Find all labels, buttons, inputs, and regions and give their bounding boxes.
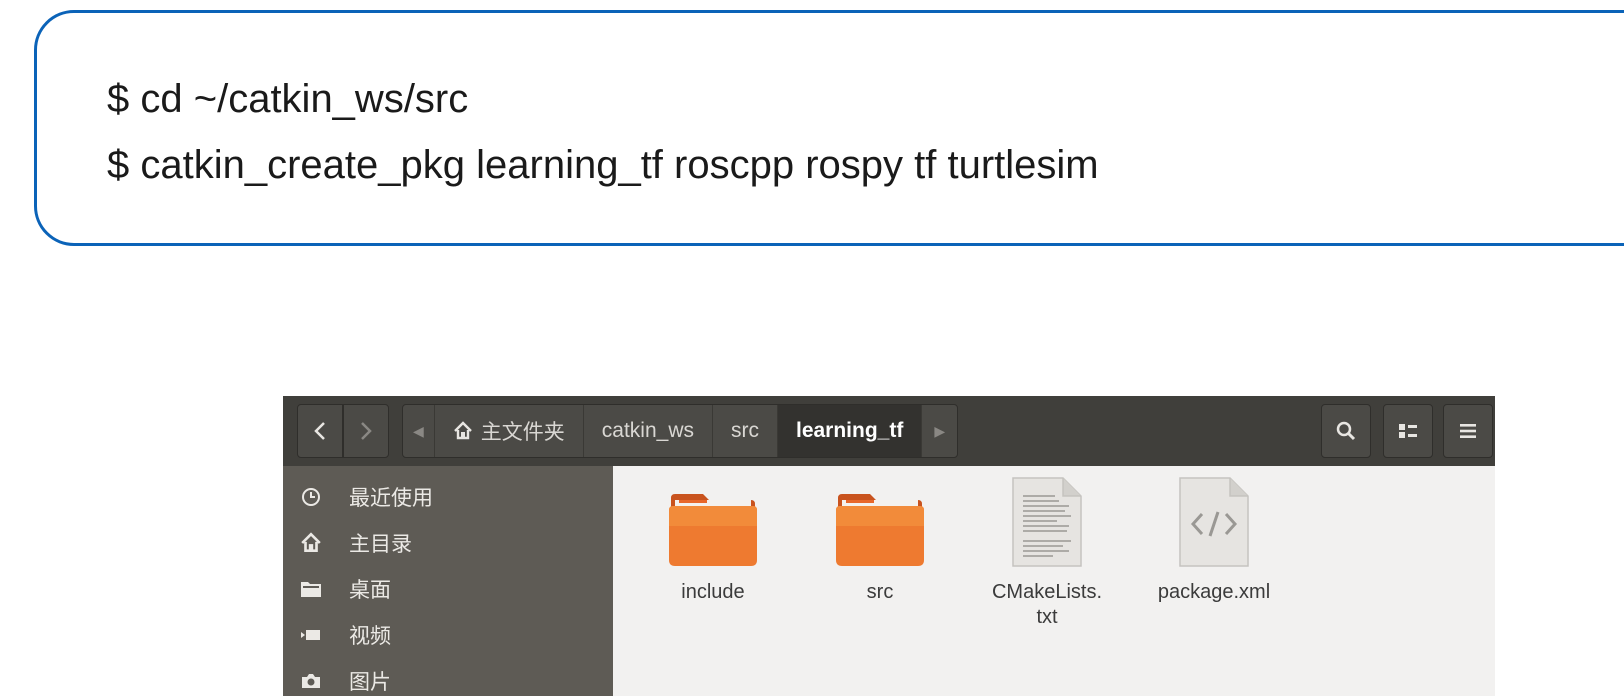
view-toggle-button[interactable] bbox=[1383, 404, 1433, 458]
command-line-cd: $ cd ~/catkin_ws/src bbox=[107, 77, 469, 121]
sidebar-item-label: 视频 bbox=[349, 625, 391, 648]
menu-button[interactable] bbox=[1443, 404, 1493, 458]
command-line-create-pkg: $ catkin_create_pkg learning_tf roscpp r… bbox=[107, 143, 1099, 187]
file-item-package-xml[interactable]: package.xml bbox=[1144, 476, 1284, 605]
breadcrumb-home-label: 主文件夹 bbox=[480, 421, 565, 444]
sidebar-item-desktop[interactable]: 桌面 bbox=[283, 566, 613, 612]
file-name: include bbox=[681, 581, 745, 603]
search-icon bbox=[1336, 421, 1356, 441]
sidebar: 最近使用 主目录 桌面 视频 图片 bbox=[283, 466, 613, 696]
sidebar-item-videos[interactable]: 视频 bbox=[283, 612, 613, 658]
file-manager-header: ◀ 主文件夹 catkin_ws src learning_tf ▶ bbox=[283, 396, 1495, 466]
sidebar-item-label: 图片 bbox=[349, 671, 391, 694]
back-button[interactable] bbox=[297, 404, 343, 458]
camera-icon bbox=[283, 672, 339, 690]
breadcrumb-catkin-ws[interactable]: catkin_ws bbox=[584, 405, 713, 457]
folder-icon bbox=[663, 476, 763, 568]
sidebar-item-pictures[interactable]: 图片 bbox=[283, 658, 613, 696]
sidebar-item-label: 桌面 bbox=[349, 579, 391, 602]
back-icon bbox=[314, 422, 325, 440]
breadcrumb-learning-tf[interactable]: learning_tf bbox=[777, 405, 923, 457]
search-button[interactable] bbox=[1321, 404, 1371, 458]
file-item-src[interactable]: src bbox=[810, 476, 950, 605]
sidebar-item-label: 主目录 bbox=[349, 533, 412, 556]
file-item-include[interactable]: include bbox=[643, 476, 783, 605]
file-item-cmakelists[interactable]: CMakeLists. txt bbox=[977, 476, 1117, 630]
breadcrumb: ◀ 主文件夹 catkin_ws src learning_tf ▶ bbox=[402, 404, 959, 458]
file-name: CMakeLists. txt bbox=[991, 581, 1103, 628]
file-name: package.xml bbox=[1157, 581, 1271, 603]
text-file-icon bbox=[997, 476, 1097, 568]
breadcrumb-src[interactable]: src bbox=[713, 405, 778, 457]
forward-icon bbox=[361, 422, 372, 440]
sidebar-item-label: 最近使用 bbox=[349, 487, 433, 510]
xml-file-icon bbox=[1164, 476, 1264, 568]
breadcrumb-left-arrow[interactable]: ◀ bbox=[403, 405, 435, 457]
sidebar-item-home[interactable]: 主目录 bbox=[283, 520, 613, 566]
sidebar-item-recent[interactable]: 最近使用 bbox=[283, 474, 613, 520]
file-name: src bbox=[866, 581, 894, 603]
video-icon bbox=[283, 627, 339, 643]
breadcrumb-right-arrow[interactable]: ▶ bbox=[922, 405, 957, 457]
home-icon bbox=[453, 421, 472, 440]
desktop-folder-icon bbox=[283, 579, 339, 599]
home-icon bbox=[283, 532, 339, 554]
breadcrumb-home[interactable]: 主文件夹 bbox=[435, 405, 584, 457]
file-grid: include src CMakeLists. txt package.xml bbox=[613, 466, 1495, 696]
folder-icon bbox=[830, 476, 930, 568]
view-list-icon bbox=[1399, 424, 1417, 438]
file-manager-window: ◀ 主文件夹 catkin_ws src learning_tf ▶ 最近使用 … bbox=[283, 396, 1495, 696]
hamburger-menu-icon bbox=[1460, 424, 1476, 438]
forward-button[interactable] bbox=[343, 404, 389, 458]
recent-clock-icon bbox=[283, 486, 339, 508]
command-box: $ cd ~/catkin_ws/src $ catkin_create_pkg… bbox=[34, 10, 1624, 246]
